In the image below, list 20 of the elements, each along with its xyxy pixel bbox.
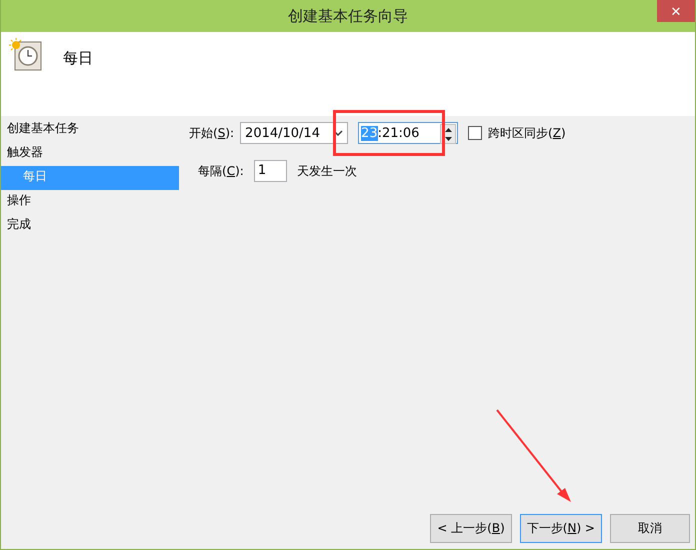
caret-icon	[333, 130, 344, 136]
start-label: 开始(S):	[189, 124, 234, 142]
clock-icon	[9, 38, 43, 72]
interval-field[interactable]: 1	[254, 160, 287, 182]
sidebar-item[interactable]: 触发器	[1, 142, 179, 166]
sidebar-item[interactable]: 操作	[1, 190, 179, 214]
sidebar-item[interactable]: 完成	[1, 214, 179, 238]
wizard-button[interactable]: 取消	[610, 514, 690, 543]
wizard-button[interactable]: 下一步(N) >	[520, 514, 602, 543]
unit-label: 天发生一次	[296, 162, 357, 180]
interval-label: 每隔(C):	[198, 162, 244, 180]
wizard-button[interactable]: < 上一步(B)	[430, 514, 512, 543]
window-title: 创建基本任务向导	[288, 6, 408, 26]
sync-label: 跨时区同步(Z)	[488, 124, 566, 142]
close-button[interactable]: ✕	[657, 0, 695, 22]
sidebar-item[interactable]: 创建基本任务	[1, 118, 179, 142]
date-dropdown[interactable]: 2014/10/14	[240, 122, 348, 144]
checkbox[interactable]	[468, 126, 482, 140]
time-field[interactable]: 23:21:06	[358, 122, 458, 144]
page-title: 每日	[63, 49, 93, 68]
